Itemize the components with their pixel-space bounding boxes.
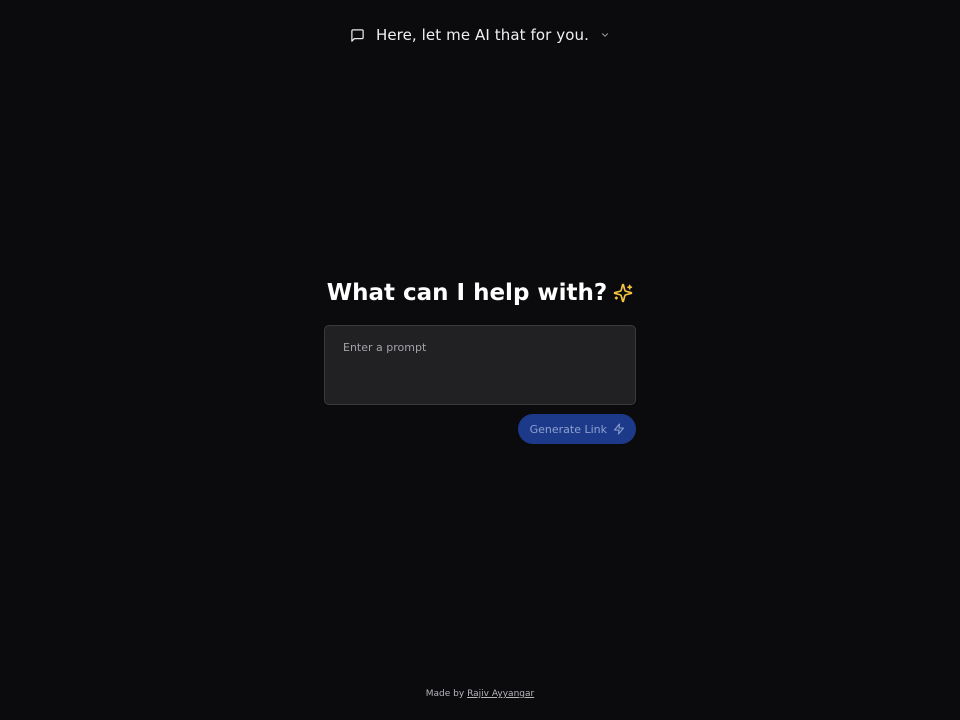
app-page: Here, let me AI that for you. What can I… [0, 0, 960, 720]
prompt-input[interactable] [324, 325, 636, 405]
footer-prefix: Made by [425, 689, 465, 699]
chevron-down-icon [600, 30, 610, 40]
sparkles-icon [613, 283, 633, 303]
generate-link-label: Generate Link [529, 422, 607, 436]
header: Here, let me AI that for you. [0, 24, 960, 46]
author-link[interactable]: Rajiv Ayyangar [467, 689, 534, 699]
footer: Made by Rajiv Ayyangar [0, 689, 960, 699]
actions-row: Generate Link [324, 414, 636, 444]
generate-link-button[interactable]: Generate Link [517, 414, 636, 444]
app-title: Here, let me AI that for you. [375, 26, 590, 44]
page-title: What can I help with? [326, 280, 608, 306]
message-square-icon [350, 28, 365, 43]
mode-selector[interactable]: Here, let me AI that for you. [346, 24, 614, 46]
zap-icon [613, 423, 625, 435]
main-panel: What can I help with? Generate Link [324, 278, 636, 444]
heading-row: What can I help with? [324, 278, 636, 308]
